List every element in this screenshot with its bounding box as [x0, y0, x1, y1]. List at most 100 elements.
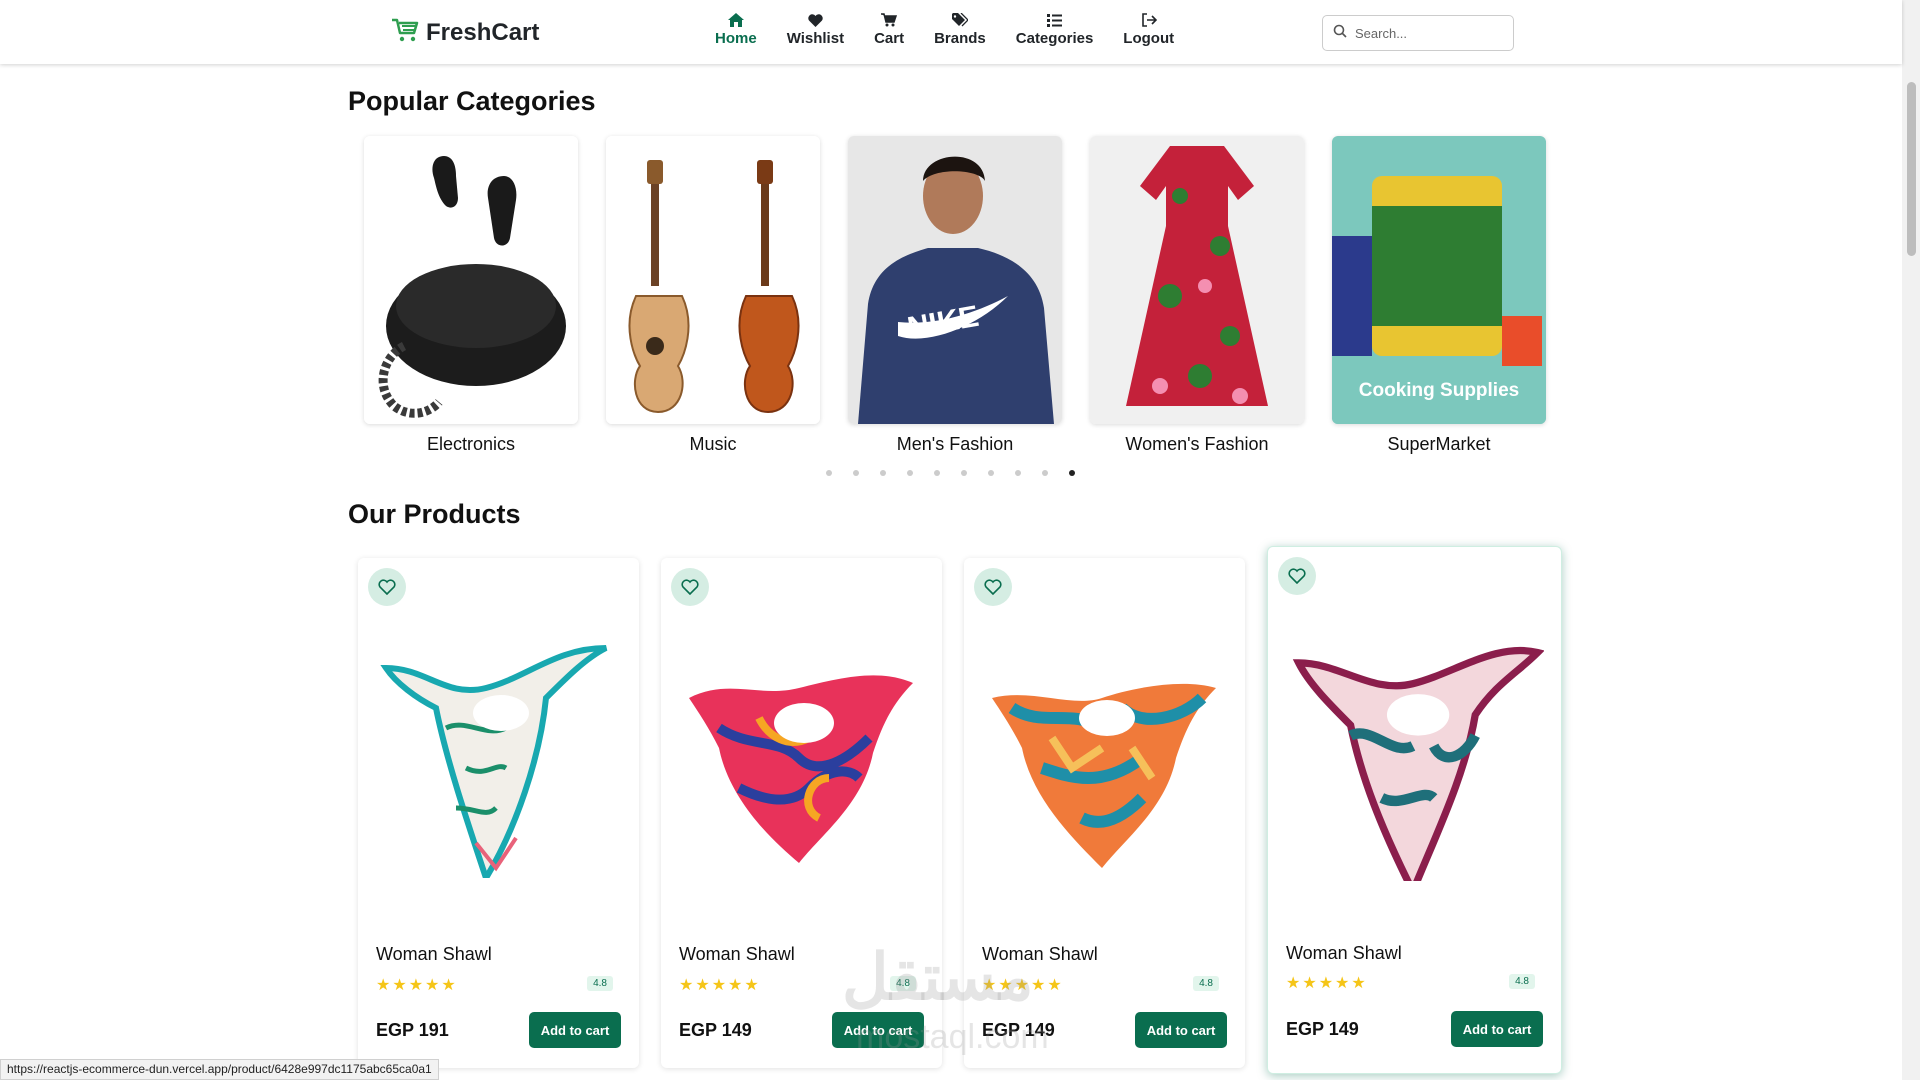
browser-status-url: https://reactjs-ecommerce-dun.vercel.app… — [0, 1059, 439, 1080]
star-icon: ★ — [425, 977, 440, 994]
nav-home-label: Home — [715, 30, 757, 47]
product-name[interactable]: Woman Shawl — [1286, 943, 1402, 964]
category-card-electronics[interactable]: Electronics — [364, 136, 578, 455]
slider-dot[interactable] — [988, 470, 994, 476]
star-icon: ★ — [1286, 975, 1301, 992]
category-card-music[interactable]: Music — [606, 136, 820, 455]
slider-dot[interactable] — [907, 470, 913, 476]
search-box[interactable] — [1322, 15, 1514, 51]
category-card-womens-fashion[interactable]: Women's Fashion — [1090, 136, 1304, 455]
star-icon: ★ — [728, 977, 743, 994]
navbar: FreshCart Home Wishlist Cart Brands Cate… — [0, 0, 1902, 64]
watermark-logo: مستقل — [842, 941, 1034, 1013]
star-icon: ★ — [1047, 977, 1062, 994]
add-to-cart-button[interactable]: Add to cart — [1135, 1012, 1227, 1048]
nav-brands-label: Brands — [934, 30, 986, 47]
our-products-title: Our Products — [348, 499, 521, 529]
category-label: Music — [689, 434, 737, 454]
supermarket-image: Cooking Supplies — [1332, 136, 1546, 424]
slider-dots — [826, 470, 1075, 476]
slider-dot[interactable] — [880, 470, 886, 476]
rating-badge: 4.8 — [587, 976, 613, 991]
category-label: Men's Fashion — [896, 434, 1014, 454]
star-icon: ★ — [376, 977, 391, 994]
supermarket-overlay-text: Cooking Supplies — [1358, 380, 1520, 401]
heart-icon — [808, 10, 823, 30]
heart-outline-icon — [1288, 568, 1306, 584]
music-image — [606, 136, 820, 424]
category-label: Electronics — [426, 434, 516, 454]
mens-fashion-image: NIKE — [848, 136, 1062, 424]
slider-dot[interactable] — [961, 470, 967, 476]
womens-fashion-image — [1090, 136, 1304, 424]
star-icon: ★ — [1335, 975, 1350, 992]
rating-badge: 4.8 — [1509, 974, 1535, 989]
electronics-image — [364, 136, 578, 424]
popular-categories-title: Popular Categories — [348, 86, 596, 116]
nav-wishlist-label: Wishlist — [786, 30, 845, 47]
star-icon: ★ — [1302, 975, 1317, 992]
product-image — [1292, 646, 1544, 881]
main-nav: Home Wishlist Cart Brands Categories Log… — [700, 10, 1189, 54]
home-icon — [727, 10, 744, 30]
rating-stars: ★ ★ ★ ★ ★ — [1286, 973, 1366, 993]
product-image — [992, 683, 1216, 868]
rating-stars: ★ ★ ★ ★ ★ — [376, 975, 456, 995]
slider-dot[interactable] — [1042, 470, 1048, 476]
nav-logout-label: Logout — [1123, 30, 1175, 47]
logout-icon — [1141, 10, 1157, 30]
star-icon: ★ — [744, 977, 759, 994]
wishlist-heart-button[interactable] — [1278, 557, 1316, 595]
slider-dot[interactable] — [1015, 470, 1021, 476]
product-card[interactable]: Woman Shawl ★ ★ ★ ★ ★ 4.8 EGP 191 Add to car… — [358, 558, 639, 1068]
product-name[interactable]: Woman Shawl — [376, 944, 492, 965]
product-price: EGP 149 — [679, 1020, 752, 1040]
categories-slider: Electronics Music NIKE Men's Fashion Wom… — [364, 136, 1546, 455]
category-card-supermarket[interactable]: Cooking Supplies SuperMarket — [1332, 136, 1546, 455]
star-icon: ★ — [1351, 975, 1366, 992]
logo[interactable]: FreshCart — [390, 17, 539, 48]
product-name[interactable]: Woman Shawl — [679, 944, 795, 965]
star-icon: ★ — [408, 977, 424, 994]
star-icon: ★ — [392, 977, 407, 994]
slider-dot[interactable] — [826, 470, 832, 476]
wishlist-heart-button[interactable] — [671, 568, 709, 606]
product-card-hovered[interactable]: Woman Shawl ★ ★ ★ ★ ★ 4.8 EGP 149 Add to car… — [1267, 546, 1562, 1074]
wishlist-heart-button[interactable] — [368, 568, 406, 606]
product-image — [689, 675, 913, 863]
add-to-cart-button[interactable]: Add to cart — [1451, 1011, 1543, 1047]
nav-logout[interactable]: Logout — [1108, 10, 1189, 54]
product-image — [380, 645, 608, 878]
rating-stars: ★ ★ ★ ★ ★ — [679, 975, 759, 995]
page-scrollbar[interactable] — [1902, 0, 1920, 1080]
category-label: Women's Fashion — [1125, 434, 1269, 454]
heart-outline-icon — [984, 579, 1002, 595]
product-price: EGP 149 — [1286, 1019, 1359, 1039]
category-card-mens-fashion[interactable]: NIKE Men's Fashion — [848, 136, 1062, 455]
rating-badge: 4.8 — [1193, 976, 1219, 991]
star-icon: ★ — [679, 977, 694, 994]
category-label: SuperMarket — [1387, 434, 1491, 454]
slider-dot[interactable] — [853, 470, 859, 476]
star-icon: ★ — [695, 977, 710, 994]
product-price: EGP 191 — [376, 1020, 449, 1040]
heart-outline-icon — [681, 579, 699, 595]
scrollbar-thumb[interactable] — [1907, 82, 1916, 256]
search-input[interactable] — [1355, 25, 1495, 41]
nav-cart[interactable]: Cart — [859, 10, 919, 54]
star-icon: ★ — [711, 977, 727, 994]
search-icon — [1333, 24, 1347, 43]
slider-dot[interactable] — [934, 470, 940, 476]
nav-home[interactable]: Home — [700, 10, 772, 54]
heart-outline-icon — [378, 579, 396, 595]
nav-brands[interactable]: Brands — [919, 10, 1001, 54]
wishlist-heart-button[interactable] — [974, 568, 1012, 606]
nav-wishlist[interactable]: Wishlist — [772, 10, 859, 54]
slider-dot-active[interactable] — [1069, 470, 1075, 476]
star-icon: ★ — [441, 977, 456, 994]
tag-icon — [951, 10, 968, 30]
logo-text: FreshCart — [426, 18, 540, 46]
add-to-cart-button[interactable]: Add to cart — [529, 1012, 621, 1048]
nav-categories[interactable]: Categories — [1001, 10, 1109, 54]
watermark-url: mostaql.com — [856, 1018, 1049, 1056]
